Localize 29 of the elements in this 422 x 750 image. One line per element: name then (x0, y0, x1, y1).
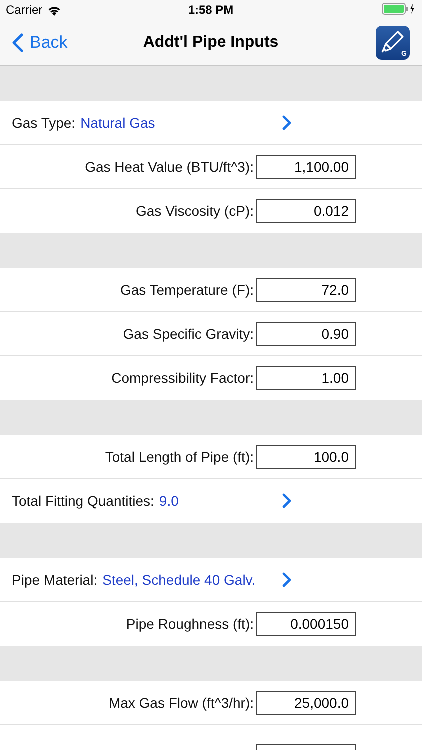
row-label: Total Fitting Quantities: (12, 493, 154, 509)
input-field[interactable]: 0.012 (256, 199, 356, 223)
selection-row[interactable]: Gas Type: Natural Gas (0, 101, 422, 145)
input-field[interactable]: 1.00 (256, 366, 356, 390)
field-label: Pipe Roughness (ft): (125, 616, 255, 632)
field-label: Compressibility Factor: (110, 370, 255, 386)
field-label: Total Length of Pipe (ft): (104, 448, 255, 464)
row-value: Natural Gas (80, 114, 156, 130)
selection-row[interactable]: Total Fitting Quantities: 9.0 (0, 479, 422, 523)
row-label: Gas Type: (12, 114, 76, 130)
input-field[interactable]: 100.0 (256, 444, 356, 468)
row-value: Steel, Schedule 40 Galv. (102, 572, 256, 588)
input-field[interactable]: 72.0 (256, 278, 356, 302)
status-time: 1:58 PM (188, 3, 234, 17)
field-label: Max Gas Flow (ft^3/hr): (108, 694, 255, 710)
carrier-label: Carrier (6, 3, 43, 17)
selection-row[interactable]: Pipe Material: Steel, Schedule 40 Galv. (0, 558, 422, 602)
row-value: 9.0 (159, 493, 179, 509)
input-field[interactable]: 0.90 (256, 322, 356, 346)
screen-title: Addt'l Pipe Inputs (143, 34, 279, 52)
input-field[interactable]: 1,100.00 (256, 154, 356, 178)
back-button[interactable]: Back (10, 32, 72, 52)
input-field[interactable]: 0.000150 (256, 612, 356, 636)
field-label: Gas Specific Gravity: (122, 326, 255, 342)
field-label: Gas Viscosity (cP): (135, 203, 255, 219)
input-field[interactable]: 25,000.0 (256, 690, 356, 714)
field-label: Gas Heat Value (BTU/ft^3): (84, 158, 255, 174)
field-label: Gas Temperature (F): (119, 282, 255, 298)
row-label: Pipe Material: (12, 572, 98, 588)
